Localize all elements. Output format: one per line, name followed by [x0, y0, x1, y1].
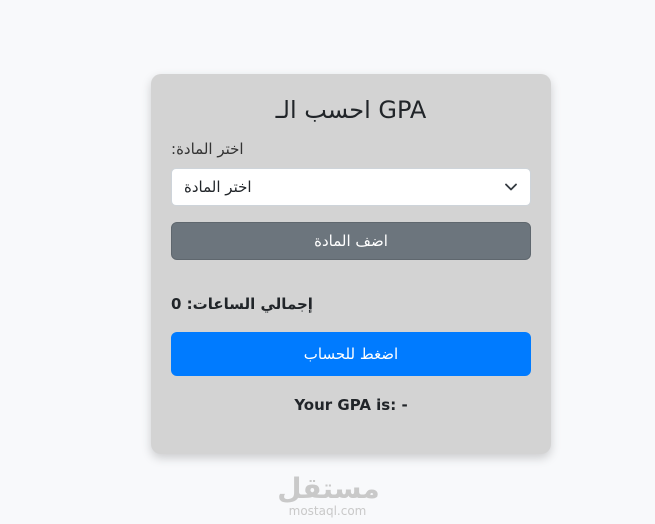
total-hours: إجمالي الساعات: 0	[171, 295, 313, 313]
page-title: احسب الـ GPA	[275, 96, 427, 124]
gpa-result: Your GPA is: -	[294, 396, 408, 414]
subject-select[interactable]: اختر المادة	[171, 168, 531, 206]
mostaql-watermark: مستقل mostaql.com	[0, 472, 655, 519]
chevron-down-icon	[505, 183, 517, 191]
subject-select-value: اختر المادة	[184, 178, 252, 196]
calculate-button-label: اضغط للحساب	[303, 345, 399, 363]
calculate-button[interactable]: اضغط للحساب	[171, 332, 531, 376]
add-subject-button-label: اضف المادة	[314, 232, 388, 250]
watermark-arabic: مستقل	[277, 472, 380, 505]
add-subject-button[interactable]: اضف المادة	[171, 222, 531, 260]
watermark-latin: mostaql.com	[288, 504, 367, 518]
subject-label: :اختر المادة	[171, 140, 244, 158]
gpa-calculator-card: احسب الـ GPA :اختر المادة اختر المادة اض…	[151, 74, 551, 454]
